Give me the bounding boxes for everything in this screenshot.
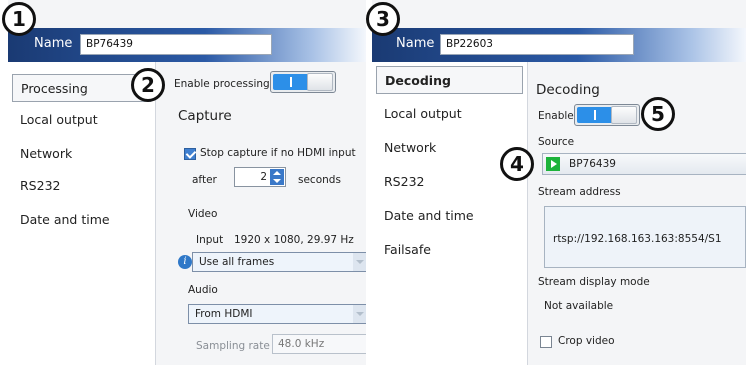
stop-capture-label: Stop capture if no HDMI input <box>200 147 356 159</box>
audio-label: Audio <box>188 284 218 296</box>
audio-source-value: From HDMI <box>195 308 253 320</box>
device-name-bar: Name BP76439 <box>8 28 366 62</box>
sidebar-item-date-and-time[interactable]: Date and time <box>12 206 151 234</box>
after-seconds-stepper[interactable]: 2 <box>234 167 286 187</box>
crop-video-label: Crop video <box>558 335 615 347</box>
device-name-input[interactable]: BP76439 <box>80 34 272 55</box>
sidebar-item-rs232[interactable]: RS232 <box>376 168 523 196</box>
processing-panel: Name BP76439 Processing Local output Net… <box>8 0 366 365</box>
decoding-panel: Name BP22603 Decoding Local output Netwo… <box>372 0 746 365</box>
crop-video-checkbox[interactable] <box>540 336 552 348</box>
stream-display-mode-value: Not available <box>544 300 614 312</box>
video-label: Video <box>188 208 218 220</box>
device-name-input[interactable]: BP22603 <box>440 34 634 55</box>
after-label: after <box>192 174 217 186</box>
source-select[interactable]: BP76439 <box>542 153 746 175</box>
stream-display-mode-label: Stream display mode <box>538 276 650 288</box>
play-icon <box>546 157 560 171</box>
processing-content: Enable processing Capture Stop capture i… <box>158 62 366 365</box>
callout-badge-4: 4 <box>500 147 534 181</box>
name-label: Name <box>34 36 73 51</box>
chevron-down-icon[interactable] <box>273 179 281 183</box>
source-value: BP76439 <box>569 158 616 170</box>
capture-heading: Capture <box>178 108 232 124</box>
device-name-bar: Name BP22603 <box>372 28 746 62</box>
input-label: Input <box>196 234 224 246</box>
source-label: Source <box>538 136 575 148</box>
name-label: Name <box>396 36 435 51</box>
after-seconds-value: 2 <box>260 171 267 183</box>
sampling-rate-label: Sampling rate <box>196 340 270 352</box>
input-value: 1920 x 1080, 29.97 Hz <box>234 234 354 246</box>
stream-address-field[interactable]: rtsp://192.168.163.163:8554/S1 <box>544 206 746 268</box>
sidebar-item-failsafe[interactable]: Failsafe <box>376 236 523 264</box>
sampling-rate-select: 48.0 kHz <box>272 334 366 354</box>
sidebar-item-processing[interactable]: Processing <box>12 74 151 102</box>
sidebar-item-decoding[interactable]: Decoding <box>376 66 523 94</box>
sidebar: Processing Local output Network RS232 Da… <box>8 62 156 365</box>
chevron-down-icon <box>353 305 366 323</box>
callout-badge-1: 1 <box>2 2 36 36</box>
sidebar-item-network[interactable]: Network <box>12 140 151 168</box>
audio-source-select[interactable]: From HDMI <box>188 304 366 324</box>
frames-select[interactable]: Use all frames <box>192 252 366 272</box>
enable-processing-toggle[interactable] <box>270 71 336 93</box>
callout-badge-5: 5 <box>641 97 675 131</box>
chevron-down-icon <box>353 253 366 271</box>
seconds-label: seconds <box>298 174 341 186</box>
chevron-up-icon[interactable] <box>273 171 281 175</box>
sidebar-item-date-and-time[interactable]: Date and time <box>376 202 523 230</box>
enable-label: Enable <box>538 110 574 122</box>
callout-badge-2: 2 <box>131 68 165 102</box>
callout-badge-3: 3 <box>366 2 400 36</box>
sidebar-item-local-output[interactable]: Local output <box>376 100 523 128</box>
frames-select-value: Use all frames <box>199 256 275 268</box>
enable-processing-label: Enable processing <box>174 78 270 90</box>
stop-capture-checkbox[interactable] <box>184 148 196 160</box>
info-icon: i <box>178 255 192 269</box>
sidebar-item-rs232[interactable]: RS232 <box>12 172 151 200</box>
enable-decoding-toggle[interactable] <box>574 104 640 126</box>
sidebar-item-local-output[interactable]: Local output <box>12 106 151 134</box>
stream-address-value: rtsp://192.168.163.163:8554/S1 <box>553 233 722 245</box>
decoding-heading: Decoding <box>536 82 600 98</box>
stream-address-label: Stream address <box>538 186 621 198</box>
sidebar: Decoding Local output Network RS232 Date… <box>372 62 528 365</box>
decoding-content: Decoding Enable Source BP76439 Stream ad… <box>530 62 746 365</box>
sampling-rate-value: 48.0 kHz <box>278 338 325 350</box>
